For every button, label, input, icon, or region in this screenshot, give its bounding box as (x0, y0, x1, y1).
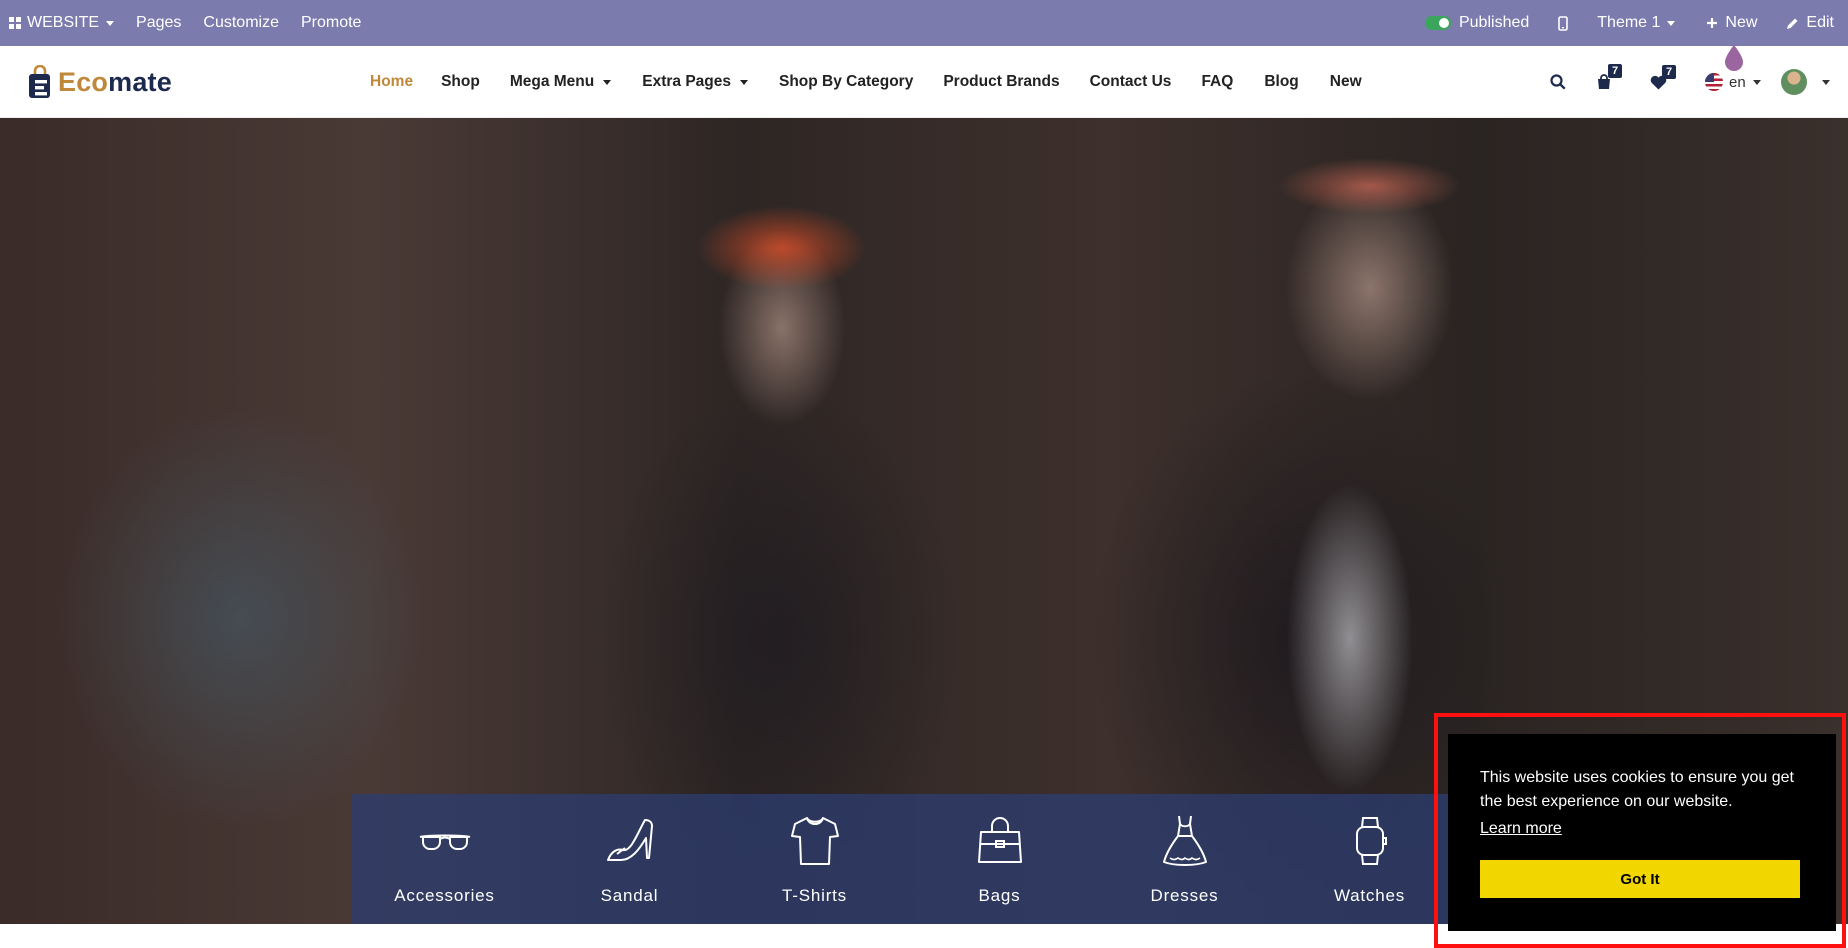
site-header: Ecomate Home Shop Mega Menu Extra Pages … (0, 46, 1848, 118)
nav-item-extra-pages-label: Extra Pages (642, 73, 731, 90)
logo-text-eco: Eco (58, 66, 109, 97)
category-label: Sandal (600, 886, 659, 905)
published-toggle[interactable]: Published (1416, 0, 1540, 46)
main-navigation: Home Shop Mega Menu Extra Pages Shop By … (370, 46, 1392, 118)
wishlist-button[interactable]: 7 (1650, 64, 1676, 90)
handbag-icon (977, 817, 1022, 863)
site-logo[interactable]: Ecomate (28, 64, 172, 100)
search-button[interactable] (1550, 74, 1566, 90)
apps-grid-icon (9, 17, 21, 29)
nav-item-blog[interactable]: Blog (1264, 73, 1298, 91)
theme-menu-button[interactable]: Theme 1 (1586, 0, 1695, 46)
category-sandal[interactable]: Sandal (537, 794, 722, 924)
language-selector[interactable]: en (1705, 73, 1761, 91)
admin-right: Published Theme 1 New Edit (1416, 0, 1848, 46)
category-bags[interactable]: Bags (907, 794, 1092, 924)
website-menu-button[interactable]: WEBSITE (0, 0, 125, 46)
nav-item-product-brands[interactable]: Product Brands (943, 73, 1059, 91)
category-label: Accessories (394, 886, 495, 905)
admin-left: WEBSITE Pages Customize Promote (0, 0, 372, 46)
cookie-consent-banner: This website uses cookies to ensure you … (1448, 734, 1836, 931)
logo-text: Ecomate (58, 67, 172, 98)
cart-count-badge: 7 (1608, 64, 1622, 78)
nav-item-mega-menu[interactable]: Mega Menu (509, 73, 612, 91)
cookie-learn-more-link[interactable]: Learn more (1480, 820, 1562, 838)
nav-item-home[interactable]: Home (370, 73, 413, 91)
website-menu-label: WEBSITE (27, 14, 100, 31)
toggle-switch-icon (1424, 16, 1451, 30)
us-flag-icon (1705, 73, 1723, 91)
pages-menu-button[interactable]: Pages (125, 0, 192, 46)
new-content-button[interactable]: New (1695, 0, 1775, 46)
wishlist-count-badge: 7 (1662, 64, 1676, 79)
cart-button[interactable]: 7 (1596, 64, 1622, 90)
nav-item-extra-pages[interactable]: Extra Pages (642, 73, 748, 91)
header-icons: 7 7 en (1550, 46, 1830, 118)
watch-icon (1355, 817, 1387, 865)
plus-icon (1707, 18, 1718, 28)
chevron-down-icon (739, 79, 748, 85)
category-label: Bags (978, 886, 1021, 905)
category-label: T-Shirts (782, 886, 847, 905)
dress-icon (1162, 815, 1207, 866)
shopping-bag-logo-icon (29, 65, 50, 98)
nav-item-new[interactable]: New (1330, 73, 1362, 91)
category-dresses[interactable]: Dresses (1092, 794, 1277, 924)
customize-menu-button[interactable]: Customize (192, 0, 290, 46)
nav-item-shop-by-category[interactable]: Shop By Category (779, 73, 913, 91)
category-t-shirts[interactable]: T-Shirts (722, 794, 907, 924)
edit-label: Edit (1806, 14, 1834, 31)
glasses-icon (419, 834, 470, 850)
category-strip: Accessories Sandal T-Shirts Bags Dresses… (352, 794, 1462, 924)
search-icon (1550, 74, 1566, 90)
edit-button[interactable]: Edit (1775, 0, 1834, 46)
promote-menu-button[interactable]: Promote (290, 0, 372, 46)
cookie-accept-button[interactable]: Got It (1480, 860, 1800, 898)
cookie-message: This website uses cookies to ensure you … (1480, 769, 1794, 810)
mobile-preview-button[interactable] (1540, 0, 1586, 46)
category-label: Watches (1333, 886, 1406, 905)
logo-text-mate: mate (108, 66, 172, 97)
language-label: en (1729, 73, 1746, 91)
chevron-down-icon (106, 20, 115, 26)
category-accessories[interactable]: Accessories (352, 794, 537, 924)
chevron-down-icon (603, 79, 612, 85)
nav-item-faq[interactable]: FAQ (1201, 73, 1233, 91)
admin-bar: WEBSITE Pages Customize Promote Publishe… (0, 0, 1848, 46)
pencil-icon (1787, 18, 1798, 29)
category-label: Dresses (1150, 886, 1219, 905)
tshirt-icon (790, 817, 839, 865)
droplet-icon (1725, 45, 1743, 71)
high-heel-icon (606, 819, 653, 861)
chevron-down-icon (1752, 79, 1761, 85)
new-label: New (1725, 14, 1758, 31)
published-label: Published (1458, 14, 1530, 31)
chevron-down-icon[interactable] (1821, 79, 1830, 85)
chevron-down-icon (1667, 20, 1676, 26)
nav-item-shop[interactable]: Shop (441, 73, 480, 91)
mobile-phone-icon (1558, 15, 1569, 31)
nav-item-contact-us[interactable]: Contact Us (1090, 73, 1172, 91)
user-avatar[interactable] (1780, 69, 1807, 95)
nav-item-mega-menu-label: Mega Menu (509, 73, 595, 90)
theme-label: Theme 1 (1597, 14, 1661, 31)
